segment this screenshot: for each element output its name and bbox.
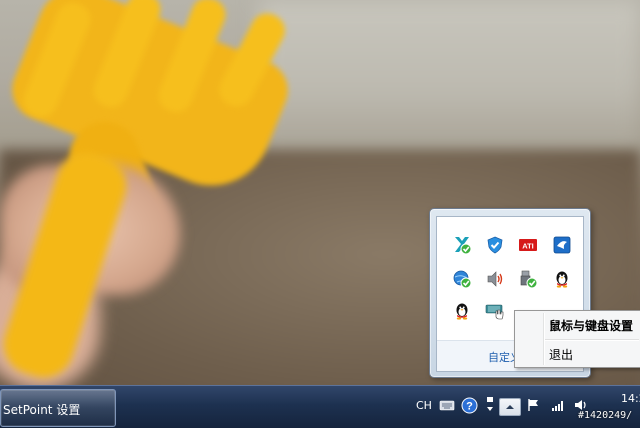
chevron-up-icon [506,405,514,409]
taskbar: SetPoint 设置 [0,385,640,428]
ime-options-icon[interactable] [484,393,496,415]
blue-square-icon[interactable] [551,234,573,256]
keyboard-hand-icon[interactable] [484,300,506,322]
input-method-icon[interactable] [438,396,456,414]
shield-check-icon[interactable] [484,234,506,256]
taskbar-button-label: SetPoint 设置 [3,403,81,417]
show-hidden-icons-button[interactable] [499,398,521,416]
ati-icon-label: ATI [522,242,534,251]
speaker-icon[interactable] [484,268,506,290]
globe-check-icon[interactable] [451,268,473,290]
ati-icon[interactable]: ATI [517,234,539,256]
watermark-text: #1420249/ [578,410,633,421]
action-center-flag-icon[interactable] [526,397,542,413]
wallpaper-background-wall [260,0,640,150]
network-signal-icon[interactable] [550,397,566,413]
menu-item-mouse-keyboard-settings[interactable]: 鼠标与键盘设置 [549,317,633,334]
clock-time[interactable]: 14:2 [621,392,640,405]
svg-text:?: ? [466,400,473,412]
penguin-icon[interactable] [451,300,473,322]
help-icon[interactable]: ? [460,396,478,414]
setpoint-context-menu: 鼠标与键盘设置 退出 [514,310,640,368]
penguin-icon[interactable] [551,268,573,290]
x-green-check-icon[interactable] [451,234,473,256]
language-indicator[interactable]: CH [416,399,432,412]
menu-item-exit[interactable]: 退出 [549,346,573,363]
usb-check-icon[interactable] [517,268,539,290]
context-menu-separator [545,339,639,341]
taskbar-button-setpoint[interactable]: SetPoint 设置 [0,389,116,427]
